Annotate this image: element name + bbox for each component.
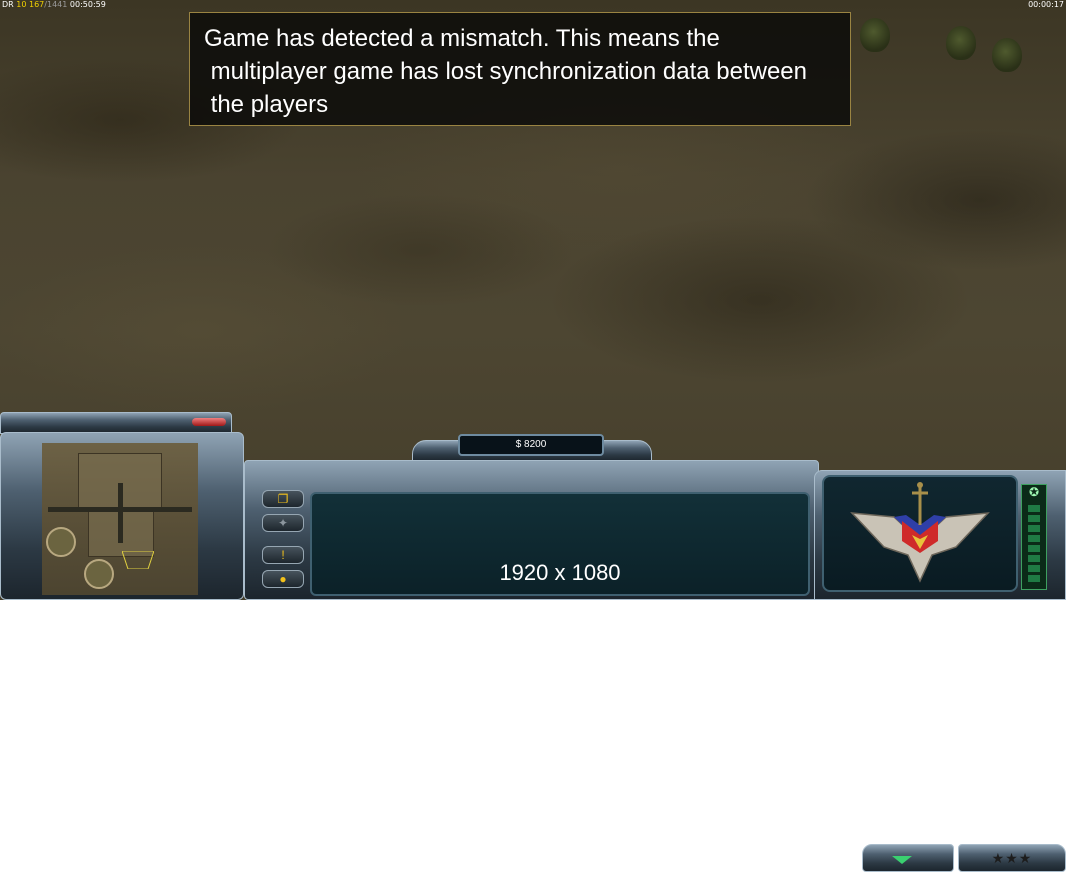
message-line: the players [204, 91, 329, 118]
general-rank-emblem [850, 482, 990, 583]
power-segment [1028, 525, 1040, 532]
mismatch-message: Game has detected a mismatch. This means… [189, 12, 851, 126]
fps-counter: DR 10 167/1441 00:50:59 [2, 0, 106, 9]
minimap-base [46, 527, 76, 557]
minimap-base [84, 559, 114, 589]
power-segment [1028, 565, 1040, 572]
power-segment [1028, 575, 1040, 582]
generals-powers-icon[interactable]: ✦ [262, 514, 304, 532]
elapsed-timer: 00:00:17 [1028, 0, 1064, 9]
power-segment [1028, 555, 1040, 562]
chat-icon[interactable]: ● [262, 570, 304, 588]
power-segment [1028, 535, 1040, 542]
tree [992, 38, 1022, 72]
side-panel-screen [822, 475, 1018, 592]
power-meter [1021, 484, 1047, 590]
power-icon: ✪ [1028, 485, 1040, 499]
power-segment [1028, 515, 1040, 522]
resolution-overlay: 1920 x 1080 [499, 560, 621, 585]
tree [946, 26, 976, 60]
tree [860, 18, 890, 52]
windows-icon[interactable]: ❐ [262, 490, 304, 508]
message-line: Game has detected a mismatch. This means… [204, 25, 720, 52]
options-tab[interactable] [862, 844, 954, 872]
minimap[interactable] [42, 443, 198, 595]
camera-viewport-frame[interactable] [122, 551, 154, 569]
triangle-down-icon [892, 856, 912, 864]
message-line: multiplayer game has lost synchronizatio… [204, 58, 807, 85]
alert-icon[interactable]: ! [262, 546, 304, 564]
rank-stars-tab[interactable]: ★★★ [958, 844, 1066, 872]
money-display: $ 8200 [458, 434, 604, 456]
power-segment [1028, 505, 1040, 512]
minimap-road [118, 483, 123, 543]
radar-status-led [192, 418, 226, 426]
power-segment [1028, 545, 1040, 552]
